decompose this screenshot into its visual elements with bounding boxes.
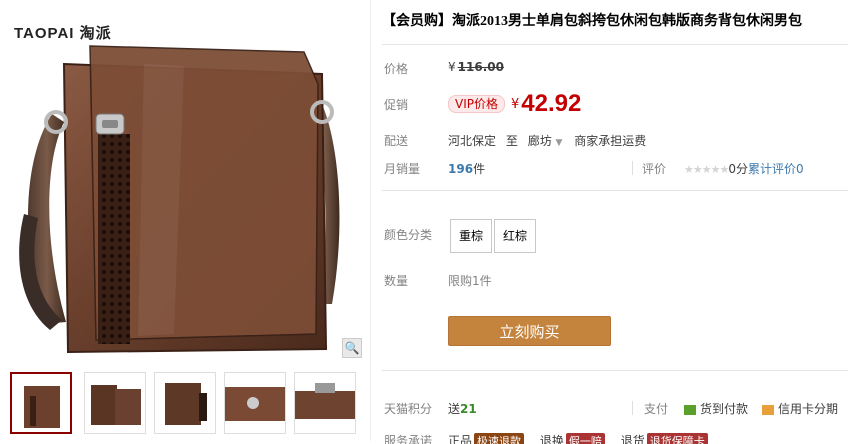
purchase-limit: 限购1件 — [448, 274, 492, 288]
magnifier-icon[interactable]: 🔍 — [342, 338, 362, 358]
service-row: 服务承诺 正品 极速退款 退换 假一赔 退货 退货保障卡 — [382, 432, 848, 444]
review-count-link[interactable]: 累计评价0 — [748, 162, 804, 176]
thumbnail-strip — [10, 372, 366, 436]
section-separator-2 — [382, 370, 848, 371]
currency-symbol: ¥ — [448, 60, 456, 74]
delivery-to-word: 至 — [505, 134, 518, 148]
chevron-down-icon[interactable]: ▼ — [556, 138, 563, 148]
promo-price: VIP价格 ¥42.92 — [448, 90, 581, 118]
bag-image — [19, 45, 340, 354]
points-prefix: 送 — [448, 402, 461, 416]
promo-price-value: 42.92 — [521, 90, 582, 117]
cod-text: 货到付款 — [700, 402, 749, 416]
color-option-2[interactable]: 红棕 — [494, 219, 537, 253]
price-label: 价格 — [384, 62, 409, 76]
delivery-label: 配送 — [384, 134, 409, 148]
delivery-from: 河北保定 — [448, 134, 497, 148]
credit-card-icon — [762, 404, 774, 415]
main-product-image[interactable]: TAOPAI 淘派 🔍 — [4, 4, 364, 360]
cash-on-delivery-icon — [684, 404, 696, 415]
brand-logo: TAOPAI 淘派 — [14, 25, 112, 42]
shipping-note: 商家承担运费 — [574, 134, 647, 148]
sales-label: 月销量 — [384, 162, 421, 176]
cod-option: 货到付款 — [684, 400, 748, 417]
promo-currency: ¥ — [511, 96, 520, 112]
thumbnail-1[interactable] — [10, 372, 72, 434]
points-number: 21 — [460, 402, 477, 416]
installment-option: 信用卡分期 — [762, 400, 838, 417]
delivery-destination[interactable]: 廊坊 — [528, 134, 552, 148]
original-price: ¥116.00 — [448, 60, 504, 74]
quantity-label: 数量 — [384, 274, 409, 288]
column-divider — [370, 0, 371, 441]
promo-row: 促销 VIP价格 ¥42.92 — [382, 90, 848, 120]
delivery-info: 河北保定 至 廊坊 ▼ 商家承担运费 — [448, 132, 646, 149]
product-info-panel: 【会员购】淘派2013男士单肩包斜挎包休闲包韩版商务背包休闲男包 价格 ¥116… — [382, 0, 848, 444]
service-tag-3: 退货保障卡 — [646, 433, 708, 444]
promo-label: 促销 — [384, 98, 409, 112]
thumbnail-5[interactable] — [294, 372, 356, 434]
product-title: 【会员购】淘派2013男士单肩包斜挎包休闲包韩版商务背包休闲男包 — [382, 14, 802, 29]
rating-score: 0分 — [728, 162, 748, 176]
thumbnail-2[interactable] — [84, 372, 146, 434]
installment-text: 信用卡分期 — [778, 402, 839, 416]
review-label: 评价 — [642, 162, 667, 176]
thumbnail-4[interactable] — [224, 372, 286, 434]
buy-now-button[interactable]: 立刻购买 — [448, 316, 611, 346]
color-label: 颜色分类 — [384, 228, 433, 242]
service-item-1: 正品 — [448, 434, 473, 444]
service-tag-1: 极速退款 — [474, 433, 525, 444]
service-item-3: 退货 — [620, 434, 645, 444]
points-label: 天猫积分 — [384, 402, 433, 416]
star-rating-icon: ★★★★★ — [684, 163, 729, 176]
sales-count: 196件 — [448, 160, 485, 177]
rating: ★★★★★0分累计评价0 — [684, 160, 804, 177]
pay-label: 支付 — [644, 402, 669, 416]
title-separator — [382, 44, 848, 45]
vip-price-badge: VIP价格 — [448, 95, 505, 113]
sales-unit: 件 — [473, 162, 486, 176]
original-price-value: 116.00 — [457, 60, 504, 74]
service-label: 服务承诺 — [384, 434, 433, 444]
sales-divider — [632, 161, 633, 175]
thumbnail-3[interactable] — [154, 372, 216, 434]
points-divider — [632, 401, 633, 415]
color-option-1[interactable]: 重棕 — [450, 219, 493, 253]
delivery-destination-select[interactable]: 廊坊 ▼ — [528, 134, 563, 148]
service-item-2: 退换 — [539, 434, 564, 444]
points-value: 送21 — [448, 400, 477, 417]
section-separator-1 — [382, 190, 848, 191]
product-gallery: TAOPAI 淘派 🔍 — [0, 0, 372, 441]
sales-number: 196 — [448, 162, 474, 176]
service-items: 正品 极速退款 退换 假一赔 退货 退货保障卡 — [448, 432, 710, 444]
service-tag-2: 假一赔 — [565, 433, 605, 444]
